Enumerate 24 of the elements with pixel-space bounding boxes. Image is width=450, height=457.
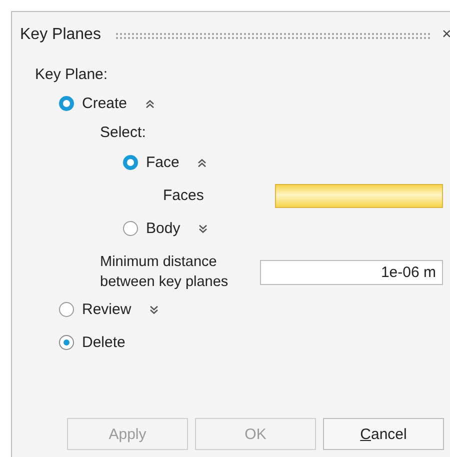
- distance-field[interactable]: 1e-06 m: [260, 260, 443, 284]
- radio-button[interactable]: [59, 302, 74, 317]
- collapse-icon[interactable]: [197, 158, 208, 168]
- radio-button[interactable]: [123, 221, 138, 236]
- radio-label[interactable]: Delete: [82, 334, 126, 351]
- select-label: Select:: [99, 123, 147, 143]
- close-button[interactable]: ×: [442, 26, 450, 44]
- dialog-button[interactable]: Cancel: [323, 418, 444, 450]
- radio-label[interactable]: Body: [146, 220, 180, 237]
- radio-button[interactable]: [123, 155, 138, 170]
- radio-label[interactable]: Create: [82, 95, 128, 112]
- selection-field[interactable]: [275, 184, 443, 208]
- section-label: Key Plane:: [35, 65, 109, 85]
- drag-handle[interactable]: [114, 32, 430, 38]
- radio-button[interactable]: [59, 96, 74, 111]
- radio-label[interactable]: Face: [146, 154, 180, 171]
- expand-icon[interactable]: [198, 224, 208, 234]
- radio-label[interactable]: Review: [82, 301, 132, 318]
- collapse-icon[interactable]: [145, 98, 156, 108]
- field-label: Minimum distance between key planes: [100, 253, 230, 292]
- expand-icon[interactable]: [149, 304, 160, 314]
- panel-title: Key Planes: [20, 26, 101, 44]
- radio-button[interactable]: [59, 335, 74, 350]
- field-label: Faces: [163, 187, 205, 204]
